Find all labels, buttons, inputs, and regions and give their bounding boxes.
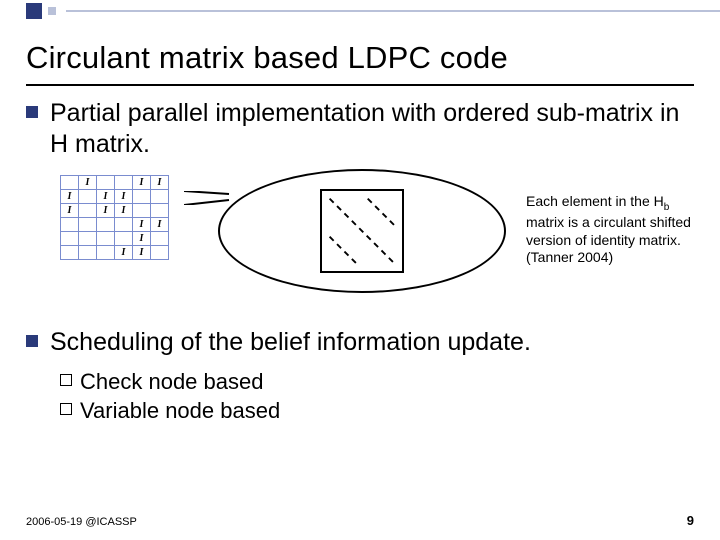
matrix-cell: [115, 232, 133, 246]
matrix-cell: [79, 246, 97, 260]
matrix-cell: I: [97, 204, 115, 218]
matrix-cell: I: [115, 190, 133, 204]
matrix-cell: [61, 218, 79, 232]
matrix-cell: I: [133, 176, 151, 190]
hollow-bullet-icon: [60, 403, 72, 415]
slide-title: Circulant matrix based LDPC code: [26, 40, 694, 76]
matrix-cell: [61, 246, 79, 260]
matrix-cell: I: [115, 204, 133, 218]
bullet-icon: [26, 106, 38, 118]
matrix-cell: [151, 190, 169, 204]
sub-list: Check node based Variable node based: [60, 368, 694, 425]
sub-text: Variable node based: [80, 397, 280, 425]
header-square-small: [48, 7, 56, 15]
footer-date-venue: 2006-05-19 @ICASSP: [26, 516, 137, 528]
matrix-cell: [133, 190, 151, 204]
matrix-cell: I: [133, 218, 151, 232]
slide-body: Partial parallel implementation with ord…: [26, 98, 694, 427]
matrix-cell: I: [97, 190, 115, 204]
matrix-cell: [151, 232, 169, 246]
matrix-cell: I: [133, 246, 151, 260]
matrix-cell: I: [61, 204, 79, 218]
diagram: IIIIIIIIIIIIII Each element in the Hb ma…: [26, 169, 694, 309]
matrix-cell: I: [79, 176, 97, 190]
title-underline: [26, 84, 694, 86]
matrix-cell: I: [151, 218, 169, 232]
sub-text: Check node based: [80, 368, 263, 396]
bullet-item-1: Partial parallel implementation with ord…: [26, 98, 694, 159]
matrix-cell: I: [133, 232, 151, 246]
hb-matrix-grid: IIIIIIIIIIIIII: [60, 175, 180, 260]
header-line: [66, 10, 720, 12]
matrix-cell: [79, 204, 97, 218]
matrix-cell: [97, 176, 115, 190]
matrix-cell: [79, 232, 97, 246]
matrix-cell: [115, 218, 133, 232]
bullet-icon: [26, 335, 38, 347]
sub-item-1: Check node based: [60, 368, 694, 396]
matrix-cell: [61, 176, 79, 190]
matrix-cell: I: [61, 190, 79, 204]
matrix-cell: I: [151, 176, 169, 190]
caption-subscript: b: [664, 202, 670, 213]
matrix-cell: [133, 204, 151, 218]
header-square-big: [26, 3, 42, 19]
diagram-caption: Each element in the Hb matrix is a circu…: [526, 193, 706, 267]
matrix-cell: [61, 232, 79, 246]
circulant-square: [320, 189, 404, 273]
footer: 2006-05-19 @ICASSP 9: [26, 513, 694, 528]
hollow-bullet-icon: [60, 374, 72, 386]
callout-ellipse: [218, 169, 506, 293]
matrix-cell: [79, 190, 97, 204]
sub-item-2: Variable node based: [60, 397, 694, 425]
matrix-cell: [151, 204, 169, 218]
page-number: 9: [687, 513, 694, 528]
matrix-cell: [97, 246, 115, 260]
matrix-cell: [97, 218, 115, 232]
bullet-item-2: Scheduling of the belief information upd…: [26, 327, 694, 358]
matrix-cell: [151, 246, 169, 260]
bullet-text: Scheduling of the belief information upd…: [50, 327, 531, 358]
matrix-cell: [97, 232, 115, 246]
caption-segment: matrix is a circulant shifted version of…: [526, 214, 691, 265]
header-decoration: [0, 0, 720, 22]
bullet-text: Partial parallel implementation with ord…: [50, 98, 694, 159]
matrix-cell: [115, 176, 133, 190]
matrix-cell: [79, 218, 97, 232]
callout-tail: [184, 191, 234, 205]
matrix-cell: I: [115, 246, 133, 260]
caption-segment: Each element in the H: [526, 193, 664, 209]
